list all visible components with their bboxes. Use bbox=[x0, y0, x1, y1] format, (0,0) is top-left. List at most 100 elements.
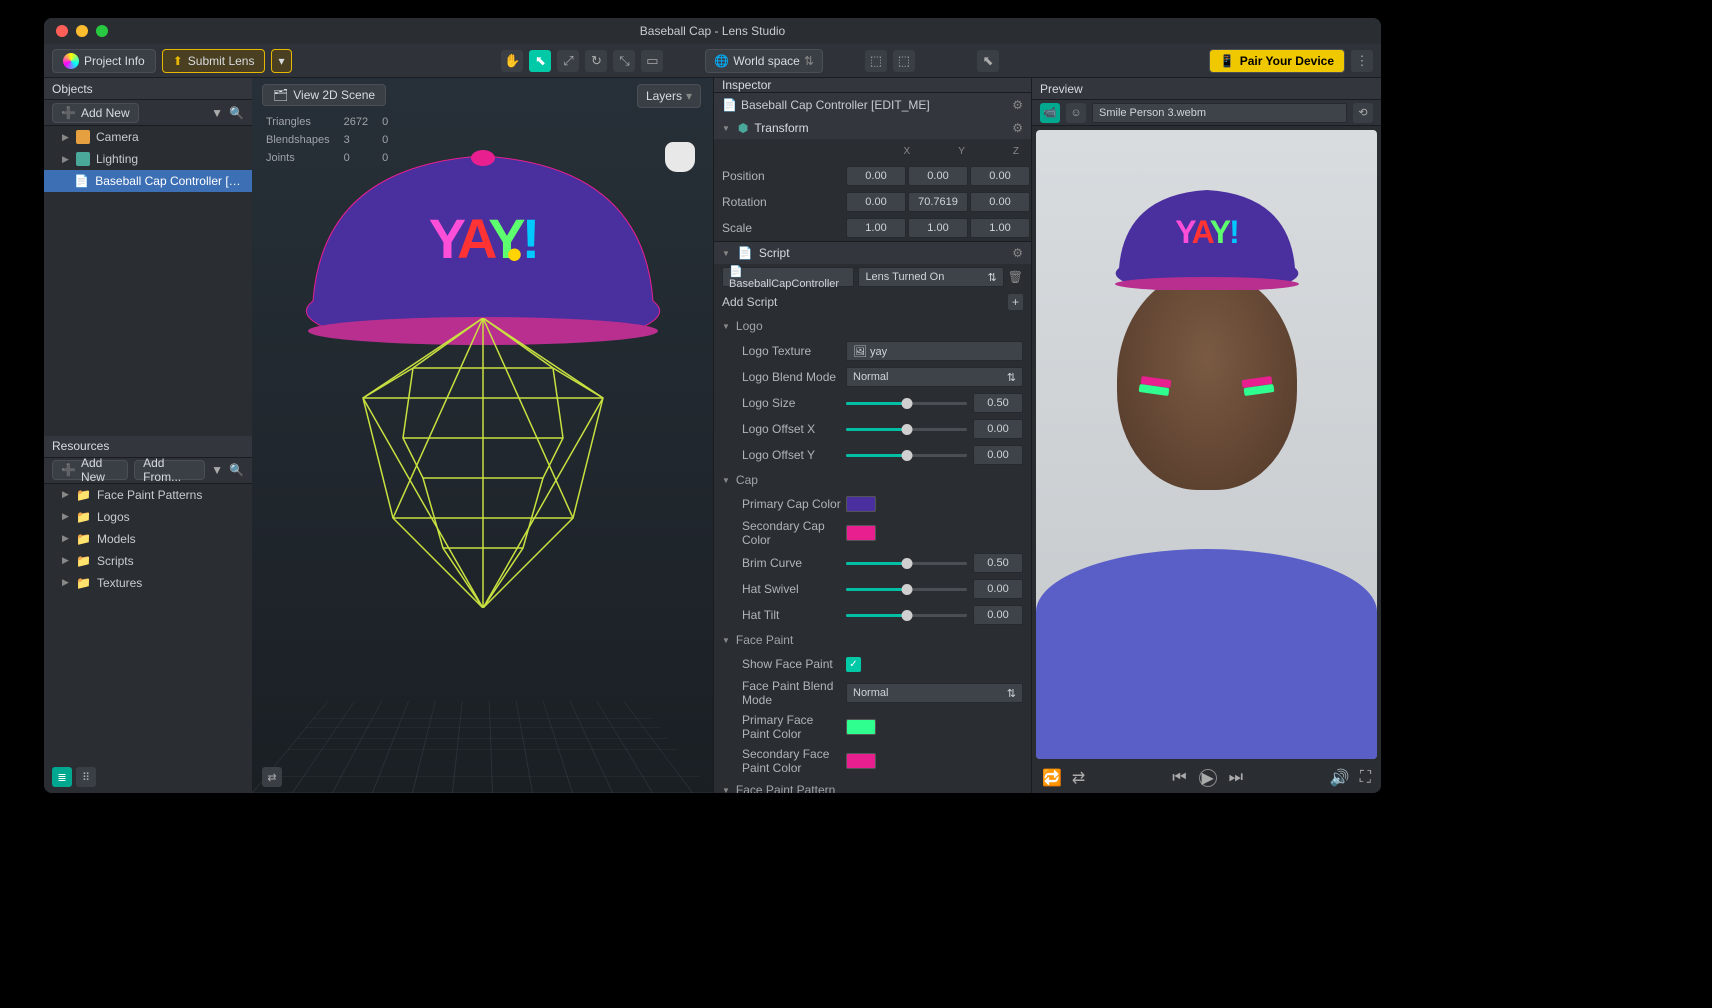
snap-b-icon[interactable]: ⬚ bbox=[893, 50, 915, 72]
show-facepaint-checkbox[interactable]: ✓ bbox=[846, 657, 861, 672]
scale-y-input[interactable] bbox=[908, 218, 968, 238]
inspector-panel: Inspector 📄Baseball Cap Controller [EDIT… bbox=[713, 78, 1031, 793]
expand-icon[interactable]: ▶ bbox=[62, 489, 70, 500]
hat-swivel-slider[interactable] bbox=[846, 588, 967, 591]
tree-item-lighting[interactable]: ▶Lighting bbox=[44, 148, 252, 170]
rotation-z-input[interactable] bbox=[970, 192, 1030, 212]
mirror-icon[interactable]: ⇄ bbox=[1072, 768, 1085, 788]
expand-tool-icon[interactable]: ⤢ bbox=[557, 50, 579, 72]
minimize-icon[interactable] bbox=[76, 25, 88, 37]
preview-viewport[interactable]: YAY! bbox=[1036, 130, 1377, 759]
volume-icon[interactable]: 🔊 bbox=[1330, 768, 1350, 788]
folder-scripts[interactable]: ▶📁Scripts bbox=[44, 550, 252, 572]
rotate-tool-icon[interactable]: ↻ bbox=[585, 50, 607, 72]
brim-curve-input[interactable] bbox=[973, 553, 1023, 573]
filter-icon[interactable]: ▼ bbox=[211, 463, 223, 477]
secondary-facepaint-swatch[interactable] bbox=[846, 753, 876, 769]
select-tool-icon[interactable]: ⬉ bbox=[529, 50, 551, 72]
plus-icon: ➕ bbox=[61, 463, 76, 477]
logo-offy-slider[interactable] bbox=[846, 454, 967, 457]
add-from-button[interactable]: Add From... bbox=[134, 460, 205, 480]
logo-size-slider[interactable] bbox=[846, 402, 967, 405]
logo-offy-input[interactable] bbox=[973, 445, 1023, 465]
scale-tool-icon[interactable]: ⤡ bbox=[613, 50, 635, 72]
more-icon[interactable]: ⋮ bbox=[1351, 50, 1373, 72]
refresh-icon[interactable]: ⟲ bbox=[1353, 103, 1373, 123]
expand-icon[interactable]: ▶ bbox=[62, 555, 70, 566]
logo-offx-slider[interactable] bbox=[846, 428, 967, 431]
hat-swivel-input[interactable] bbox=[973, 579, 1023, 599]
viewport-sync-button[interactable]: ⇄ bbox=[262, 767, 282, 787]
filter-icon[interactable]: ▼ bbox=[211, 106, 223, 120]
folder-face-paint[interactable]: ▶📁Face Paint Patterns bbox=[44, 484, 252, 506]
tree-item-controller[interactable]: 📄Baseball Cap Controller [EDIT_ME] bbox=[44, 170, 252, 192]
folder-models[interactable]: ▶📁Models bbox=[44, 528, 252, 550]
brim-curve-slider[interactable] bbox=[846, 562, 967, 565]
snapchat-ghost-icon[interactable] bbox=[665, 142, 695, 172]
next-frame-icon[interactable]: ⏭ bbox=[1229, 769, 1243, 787]
logo-size-input[interactable] bbox=[973, 393, 1023, 413]
add-resource-button[interactable]: ➕Add New bbox=[52, 460, 128, 480]
hat-tilt-input[interactable] bbox=[973, 605, 1023, 625]
grid-view-button[interactable]: ⠿ bbox=[76, 767, 96, 787]
viewport[interactable]: 🗂View 2D Scene Triangles26720 Blendshape… bbox=[252, 78, 713, 793]
logo-offx-input[interactable] bbox=[973, 419, 1023, 439]
gear-icon[interactable]: ⚙ bbox=[1012, 121, 1023, 135]
primary-cap-color-swatch[interactable] bbox=[846, 496, 876, 512]
script-header[interactable]: ▼📄Script⚙ bbox=[714, 242, 1031, 264]
coordinate-space-dropdown[interactable]: 🌐World space⇅ bbox=[705, 49, 823, 73]
rotation-x-input[interactable] bbox=[846, 192, 906, 212]
search-icon[interactable]: 🔍 bbox=[229, 106, 244, 120]
delete-script-icon[interactable]: 🗑 bbox=[1008, 270, 1023, 284]
close-icon[interactable] bbox=[56, 25, 68, 37]
folder-logos[interactable]: ▶📁Logos bbox=[44, 506, 252, 528]
expand-icon[interactable]: ▶ bbox=[62, 132, 70, 143]
secondary-cap-color-swatch[interactable] bbox=[846, 525, 876, 541]
search-icon[interactable]: 🔍 bbox=[229, 463, 244, 477]
position-z-input[interactable] bbox=[970, 166, 1030, 186]
pan-tool-icon[interactable]: ✋ bbox=[501, 50, 523, 72]
logo-texture-field[interactable]: 🖼 yay bbox=[846, 341, 1023, 361]
list-view-button[interactable]: ≣ bbox=[52, 767, 72, 787]
add-object-button[interactable]: ➕Add New bbox=[52, 103, 139, 123]
facepaint-blend-dropdown[interactable]: Normal⇅ bbox=[846, 683, 1023, 703]
add-script-row[interactable]: Add Script+ bbox=[714, 290, 1031, 314]
logo-blend-dropdown[interactable]: Normal⇅ bbox=[846, 367, 1023, 387]
rect-tool-icon[interactable]: ▭ bbox=[641, 50, 663, 72]
scale-z-input[interactable] bbox=[970, 218, 1030, 238]
gear-icon[interactable]: ⚙ bbox=[1012, 246, 1023, 260]
expand-icon[interactable]: ▶ bbox=[62, 533, 70, 544]
rotation-y-input[interactable] bbox=[908, 192, 968, 212]
fullscreen-icon[interactable]: ⛶ bbox=[1360, 769, 1371, 787]
primary-facepaint-swatch[interactable] bbox=[846, 719, 876, 735]
project-info-button[interactable]: Project Info bbox=[52, 49, 156, 73]
preview-source-dropdown[interactable]: Smile Person 3.webm bbox=[1092, 103, 1347, 123]
tree-item-camera[interactable]: ▶Camera bbox=[44, 126, 252, 148]
script-name-field[interactable]: 📄 BaseballCapController bbox=[722, 267, 854, 287]
script-trigger-dropdown[interactable]: Lens Turned On⇅ bbox=[858, 267, 1003, 287]
webcam-icon[interactable]: 📹 bbox=[1040, 103, 1060, 123]
play-icon[interactable]: ▶ bbox=[1199, 769, 1217, 787]
submit-lens-button[interactable]: ⬆Submit Lens bbox=[162, 49, 266, 73]
transform-header[interactable]: ▼⬢Transform⚙ bbox=[714, 117, 1031, 139]
view-2d-button[interactable]: 🗂View 2D Scene bbox=[262, 84, 386, 106]
cursor-mode-icon[interactable]: ⬉ bbox=[977, 50, 999, 72]
pair-device-button[interactable]: 📱Pair Your Device bbox=[1209, 49, 1345, 73]
snap-a-icon[interactable]: ⬚ bbox=[865, 50, 887, 72]
submit-dropdown-button[interactable]: ▾ bbox=[271, 49, 291, 73]
position-y-input[interactable] bbox=[908, 166, 968, 186]
maximize-icon[interactable] bbox=[96, 25, 108, 37]
gear-icon[interactable]: ⚙ bbox=[1012, 98, 1023, 112]
expand-icon[interactable]: ▶ bbox=[62, 577, 70, 588]
prev-frame-icon[interactable]: ⏮ bbox=[1172, 769, 1186, 787]
expand-icon[interactable]: ▶ bbox=[62, 511, 70, 522]
layers-dropdown[interactable]: Layers▾ bbox=[637, 84, 701, 108]
folder-textures[interactable]: ▶📁Textures bbox=[44, 572, 252, 594]
loop-icon[interactable]: 🔁 bbox=[1042, 768, 1062, 788]
hat-tilt-slider[interactable] bbox=[846, 614, 967, 617]
scale-x-input[interactable] bbox=[846, 218, 906, 238]
face-icon[interactable]: ☺ bbox=[1066, 103, 1086, 123]
expand-icon[interactable]: ▶ bbox=[62, 154, 70, 165]
position-x-input[interactable] bbox=[846, 166, 906, 186]
resources-tree: ▶📁Face Paint Patterns ▶📁Logos ▶📁Models ▶… bbox=[44, 484, 252, 794]
